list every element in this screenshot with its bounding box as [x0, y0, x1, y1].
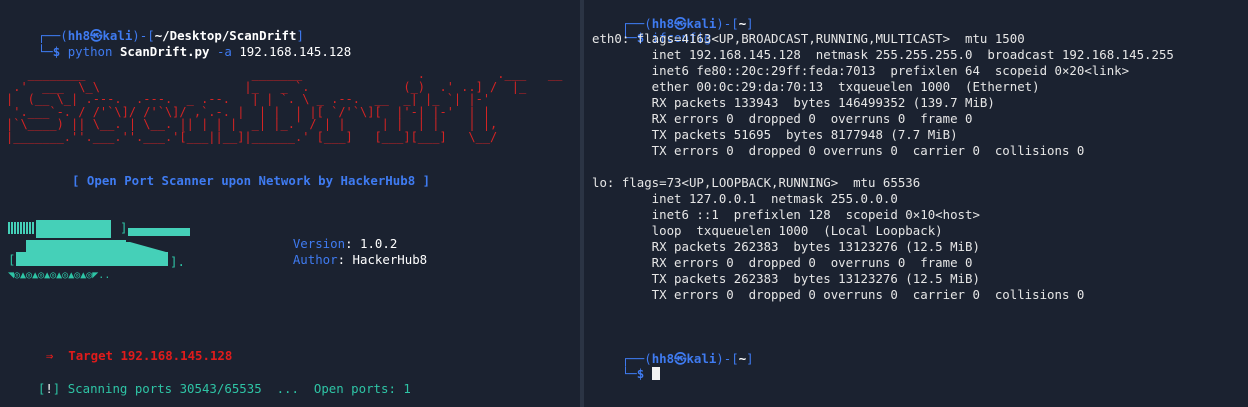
scan-status-line: [!] Scanning ports 30543/65535 ... Open … — [8, 365, 411, 407]
author-label: Author — [292, 252, 338, 267]
prompt-separator: )-[ — [716, 351, 739, 366]
output-line: loop txqueuelen 1000 (Local Loopback) — [592, 223, 943, 238]
logo-part — [126, 242, 166, 252]
banner-line: |_______.''.___.''.___.'[___||__]|______… — [6, 129, 512, 144]
target-text: Target 192.168.145.128 — [68, 348, 233, 363]
output-line: inet6 ::1 prefixlen 128 scopeid 0×10<hos… — [592, 207, 980, 222]
prompt-separator: )-[ — [716, 16, 739, 31]
output-line: TX errors 0 dropped 0 overruns 0 carrier… — [592, 287, 1085, 302]
prompt-corner: └─ — [37, 44, 53, 59]
output-line: inet 127.0.0.1 netmask 255.0.0.0 — [592, 191, 898, 206]
command-arg: 192.168.145.128 — [239, 44, 352, 59]
output-line: TX errors 0 dropped 0 overruns 0 carrier… — [592, 143, 1085, 158]
logo-bracket: ]. — [170, 254, 185, 269]
logo-bracket: [ — [8, 252, 16, 267]
logo-part — [26, 240, 126, 252]
banner-line: | (__ \_| .---. .---. _ .--. | | `. \ _ … — [6, 92, 498, 106]
prompt-dollar: $ — [636, 366, 645, 381]
output-line: RX packets 133943 bytes 146499352 (139.7… — [592, 95, 995, 110]
banner-line: |`\____) || \__. | \__. || | | | _| |_.'… — [6, 117, 512, 131]
banner-line: ________ _______ . .___ __ — [6, 67, 570, 81]
tagline: [ Open Port Scanner upon Network by Hack… — [72, 173, 431, 188]
output-line: TX packets 262383 bytes 13123276 (12.5 M… — [592, 271, 980, 286]
output-line: RX errors 0 dropped 0 overruns 0 frame 0 — [592, 255, 973, 270]
output-line: TX packets 51695 bytes 8177948 (7.7 MiB) — [592, 127, 958, 142]
hackerhub-logo: ] [ ]. ◥◎▲◎▲◎▲◎▲◎▲◎▲◎◤.. — [8, 220, 208, 282]
output-line: ether 00:0c:29:da:70:13 txqueuelen 1000 … — [592, 79, 1040, 94]
prompt-separator: ] — [746, 16, 754, 31]
right-terminal-pane[interactable]: ┌──(hh8㉿kali)-[~] └─$ ifconfig eth0: fla… — [584, 0, 1248, 407]
output-line: inet 192.168.145.128 netmask 255.255.255… — [592, 47, 1174, 62]
output-line: eth0: flags=4163<UP,BROADCAST,RUNNING,MU… — [592, 31, 1025, 46]
logo-bracket: ] — [120, 220, 128, 235]
arrow-icon: ⇒ — [45, 348, 54, 363]
left-terminal-pane[interactable]: ┌──(hh8㉿kali)-[~/Desktop/ScanDrift] └─$ … — [0, 0, 580, 407]
scandrift-banner: ________ _______ . .___ __ .' ___ \_\ |_… — [6, 68, 570, 143]
logo-part — [8, 222, 34, 234]
prompt-corner: └─ — [621, 366, 637, 381]
command-flag: -a — [216, 44, 232, 59]
prompt-separator: ] — [746, 351, 754, 366]
prompt-dollar: $ — [52, 44, 61, 59]
command-line[interactable]: └─$ — [592, 350, 660, 398]
output-line: inet6 fe80::20c:29ff:feda:7013 prefixlen… — [592, 63, 1130, 78]
logo-footer: ◥◎▲◎▲◎▲◎▲◎▲◎▲◎◤.. — [8, 270, 111, 281]
status-bang: ! — [45, 381, 53, 396]
author-line: Author: HackerHub8 — [263, 236, 427, 284]
logo-part — [128, 228, 190, 236]
logo-part — [16, 252, 168, 266]
output-line: RX packets 262383 bytes 13123276 (12.5 M… — [592, 239, 980, 254]
command-script: ScanDrift.py — [119, 44, 210, 59]
author-value: : HackerHub8 — [337, 252, 428, 267]
text-cursor[interactable] — [651, 367, 660, 380]
logo-part — [36, 220, 111, 238]
output-line: RX errors 0 dropped 0 overruns 0 frame 0 — [592, 111, 973, 126]
prompt-user: hh8㉿kali — [651, 351, 717, 366]
output-line: lo: flags=73<UP,LOOPBACK,RUNNING> mtu 65… — [592, 175, 921, 190]
command-name: python — [67, 44, 113, 59]
ifconfig-output: eth0: flags=4163<UP,BROADCAST,RUNNING,MU… — [592, 31, 1174, 303]
scan-status-text: ] Scanning ports 30543/65535 ... Open po… — [52, 381, 411, 396]
